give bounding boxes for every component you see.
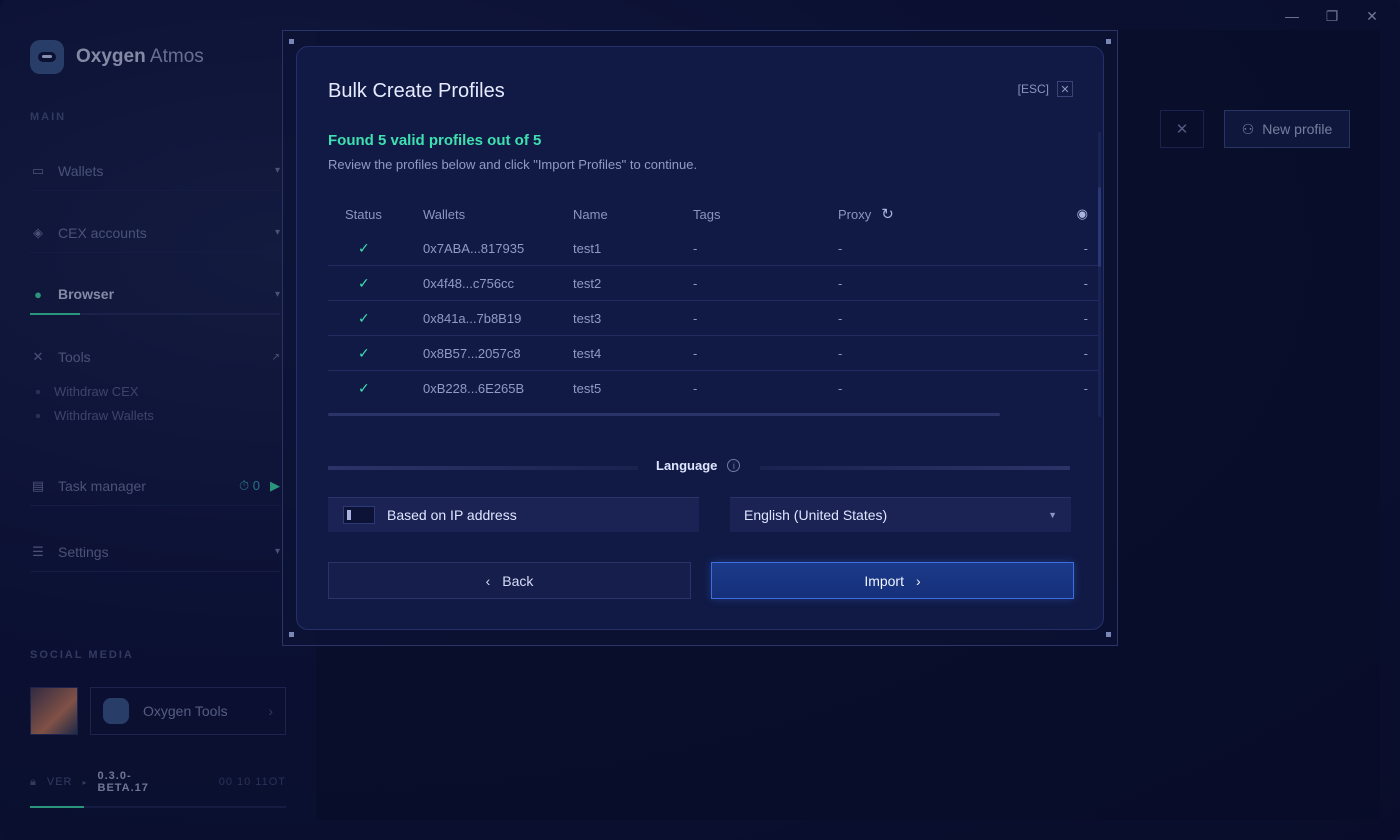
row-discord: - bbox=[1083, 381, 1088, 396]
frame-corner bbox=[1106, 39, 1111, 44]
row-proxy: - bbox=[838, 310, 843, 326]
row-proxy: - bbox=[838, 240, 843, 256]
row-tags: - bbox=[693, 381, 698, 396]
refresh-icon[interactable]: ↻ bbox=[881, 205, 894, 223]
frame-corner bbox=[289, 632, 294, 637]
row-tags: - bbox=[693, 240, 698, 256]
discord-icon: ◉ bbox=[1076, 206, 1088, 221]
caret-down-icon: ▼ bbox=[1048, 510, 1057, 520]
horizontal-scrollbar[interactable] bbox=[328, 413, 1000, 416]
found-summary: Found 5 valid profiles out of 5 bbox=[328, 132, 542, 149]
row-tags: - bbox=[693, 275, 698, 291]
row-discord: - bbox=[1083, 345, 1088, 361]
row-wallet: 0xB228...6E265B bbox=[423, 381, 525, 396]
import-label: Import bbox=[864, 572, 904, 589]
divider-left bbox=[328, 466, 638, 470]
row-discord: - bbox=[1083, 310, 1088, 326]
check-icon: ✓ bbox=[358, 274, 370, 291]
table-row[interactable]: ✓ 0x8B57...2057c8 test4 - - - bbox=[328, 336, 1098, 371]
language-label: Language i bbox=[656, 458, 741, 473]
column-name: Name bbox=[573, 206, 608, 222]
row-discord: - bbox=[1083, 275, 1088, 291]
language-select[interactable]: English (United States) ▼ bbox=[730, 497, 1071, 532]
row-discord: - bbox=[1083, 240, 1088, 256]
ip-toggle-label: Based on IP address bbox=[387, 507, 517, 523]
back-label: Back bbox=[502, 572, 534, 589]
close-icon[interactable]: ✕ bbox=[1057, 81, 1073, 97]
table-row[interactable]: ✓ 0x4f48...c756cc test2 - - - bbox=[328, 266, 1098, 301]
row-tags: - bbox=[693, 345, 698, 361]
column-wallets: Wallets bbox=[423, 206, 466, 222]
check-icon: ✓ bbox=[358, 309, 370, 326]
import-button[interactable]: Import › bbox=[711, 562, 1074, 599]
table-row[interactable]: ✓ 0x7ABA...817935 test1 - - - bbox=[328, 231, 1098, 266]
row-name: test3 bbox=[573, 310, 602, 326]
row-name: test4 bbox=[573, 345, 602, 361]
table-row[interactable]: ✓ 0xB228...6E265B test5 - - - bbox=[328, 371, 1098, 406]
row-tags: - bbox=[693, 310, 698, 326]
info-icon[interactable]: i bbox=[727, 459, 741, 472]
row-proxy: - bbox=[838, 381, 843, 396]
row-proxy: - bbox=[838, 275, 843, 291]
close-modal[interactable]: [ESC] ✕ bbox=[1018, 81, 1073, 97]
row-wallet: 0x4f48...c756cc bbox=[423, 275, 515, 291]
column-proxy-label: Proxy bbox=[838, 206, 872, 222]
language-selected-value: English (United States) bbox=[744, 507, 888, 523]
chevron-left-icon: ‹ bbox=[485, 572, 491, 589]
profiles-table: Status Wallets Name Tags Proxy ↻ ◉ ✓ 0x7… bbox=[328, 197, 1098, 406]
row-proxy: - bbox=[838, 345, 843, 361]
row-name: test2 bbox=[573, 275, 602, 291]
bulk-create-modal: Bulk Create Profiles [ESC] ✕ Found 5 val… bbox=[296, 46, 1104, 630]
app-window: — ❐ ✕ Oxygen Atmos MAIN ▭ Wallets ▾ ◈ CE… bbox=[0, 0, 1400, 840]
divider-right bbox=[760, 466, 1070, 470]
table-header: Status Wallets Name Tags Proxy ↻ ◉ bbox=[328, 197, 1098, 231]
row-wallet: 0x7ABA...817935 bbox=[423, 240, 525, 256]
chevron-right-icon: › bbox=[916, 572, 921, 589]
column-tags: Tags bbox=[693, 206, 721, 222]
frame-corner bbox=[289, 39, 294, 44]
row-name: test1 bbox=[573, 240, 602, 256]
frame-corner bbox=[1106, 632, 1111, 637]
esc-label: [ESC] bbox=[1017, 82, 1049, 96]
vertical-scrollbar[interactable] bbox=[1098, 132, 1101, 417]
row-name: test5 bbox=[573, 381, 602, 396]
toggle-switch[interactable] bbox=[343, 506, 375, 524]
table-row[interactable]: ✓ 0x841a...7b8B19 test3 - - - bbox=[328, 301, 1098, 336]
modal-title: Bulk Create Profiles bbox=[328, 80, 505, 102]
ip-based-toggle[interactable]: Based on IP address bbox=[328, 497, 699, 532]
check-icon: ✓ bbox=[358, 239, 370, 256]
language-label-text: Language bbox=[656, 458, 718, 473]
check-icon: ✓ bbox=[358, 344, 370, 361]
row-wallet: 0x8B57...2057c8 bbox=[423, 345, 521, 361]
column-proxy: Proxy ↻ bbox=[838, 205, 1068, 223]
back-button[interactable]: ‹ Back bbox=[328, 562, 691, 599]
row-wallet: 0x841a...7b8B19 bbox=[423, 310, 522, 326]
column-status: Status bbox=[345, 206, 382, 222]
review-instructions: Review the profiles below and click "Imp… bbox=[328, 157, 698, 172]
check-icon: ✓ bbox=[358, 380, 370, 396]
